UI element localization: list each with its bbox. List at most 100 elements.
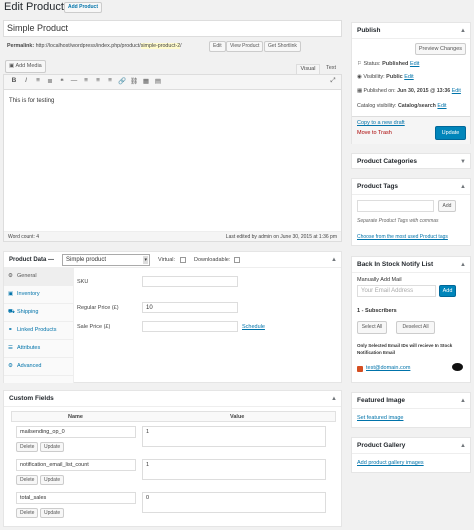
sku-input[interactable] (142, 276, 238, 287)
update-button[interactable]: Update (435, 126, 466, 140)
add-email-button[interactable]: Add (439, 285, 456, 297)
custom-field-name-input[interactable]: total_sales (16, 492, 136, 504)
permalink-row: Permalink: http://localhost/wordpress/in… (7, 43, 182, 49)
permalink-edit-button[interactable]: Edit (209, 41, 226, 52)
product-gallery-panel: Product Gallery ▲ Add product gallery im… (351, 437, 471, 473)
update-field-button[interactable]: Update (40, 508, 65, 518)
status-icon: ⚐ (357, 61, 362, 67)
bold-icon[interactable]: B (9, 77, 19, 84)
collapse-arrow-icon[interactable]: ▲ (460, 398, 466, 404)
toolbar-toggle-icon[interactable]: ▤ (153, 77, 163, 85)
product-tab-general[interactable]: ⚙ General (4, 268, 74, 286)
custom-field-name-input[interactable]: mailsending_op_0 (16, 426, 136, 438)
product-type-select[interactable]: Simple product ▾ (62, 254, 150, 266)
permalink-slug[interactable]: simple-product-2 (140, 43, 181, 49)
remove-subscriber-icon[interactable] (452, 363, 463, 371)
insert-more-icon[interactable]: ▦ (141, 77, 151, 85)
add-media-button[interactable]: ▣ Add Media (5, 60, 46, 73)
custom-field-value-input[interactable]: 1 (142, 459, 326, 480)
catalog-edit-link[interactable]: Edit (437, 103, 446, 109)
product-data-tabs: ⚙ General ▣ Inventory ⛟ Shipping ⚭ Linked Produ… (4, 268, 74, 383)
eye-icon: ◉ (357, 74, 362, 80)
notify-email-input[interactable]: Your Email Address (357, 285, 436, 297)
regular-price-input[interactable]: 10 (142, 302, 238, 313)
choose-tags-link[interactable]: Choose from the most used Product tags (357, 234, 448, 240)
link-icon[interactable]: 🔗 (117, 77, 127, 85)
update-field-button[interactable]: Update (40, 442, 65, 452)
deselect-all-button[interactable]: Deselect All (396, 321, 435, 334)
collapse-arrow-icon[interactable]: ▲ (331, 257, 337, 263)
product-categories-title: Product Categories (357, 158, 417, 165)
custom-field-value-input[interactable]: 1 (142, 426, 326, 447)
link-icon: ⚭ (8, 327, 13, 333)
publish-title: Publish (352, 23, 470, 39)
italic-icon[interactable]: I (21, 77, 31, 84)
published-row: ▦ Published on: Jun 30, 2015 @ 13:36 Edi… (357, 88, 461, 94)
product-tab-advanced[interactable]: ⚙ Advanced (4, 358, 74, 376)
tab-visual[interactable]: Visual (296, 64, 320, 74)
product-tab-inventory[interactable]: ▣ Inventory (4, 286, 74, 304)
sale-price-label: Sale Price (£) (77, 324, 111, 330)
copy-draft-link[interactable]: Copy to a new draft (357, 120, 405, 126)
update-field-button[interactable]: Update (40, 475, 65, 485)
custom-field-value-input[interactable]: 0 (142, 492, 326, 513)
align-left-icon[interactable]: ≡ (81, 77, 91, 84)
regular-price-label: Regular Price (£) (77, 305, 119, 311)
add-gallery-images-link[interactable]: Add product gallery images (357, 460, 424, 466)
virtual-checkbox[interactable] (180, 257, 186, 263)
sale-price-input[interactable] (142, 321, 238, 332)
product-tab-label: Shipping (17, 309, 39, 315)
align-right-icon[interactable]: ≡ (105, 77, 115, 84)
status-edit-link[interactable]: Edit (410, 61, 419, 67)
product-tags-title: Product Tags (352, 179, 470, 195)
blockquote-icon[interactable]: ❝ (57, 77, 67, 85)
collapse-arrow-icon[interactable]: ▲ (331, 396, 337, 402)
product-tab-linked-products[interactable]: ⚭ Linked Products (4, 322, 74, 340)
published-edit-link[interactable]: Edit (452, 88, 461, 94)
move-to-trash-link[interactable]: Move to Trash (357, 130, 392, 136)
view-product-button[interactable]: View Product (226, 41, 264, 52)
schedule-link[interactable]: Schedule (242, 324, 265, 330)
list-icon: ☰ (8, 345, 13, 351)
product-data-header: Product Data — Simple product ▾ Virtual:… (4, 252, 341, 268)
bullet-list-icon[interactable]: ≡ (33, 77, 43, 84)
set-featured-image-link[interactable]: Set featured image (357, 415, 403, 421)
delete-field-button[interactable]: Delete (16, 508, 39, 518)
unlink-icon[interactable]: ⛓ (129, 77, 139, 85)
fullscreen-icon[interactable]: ⤢ (328, 77, 338, 85)
product-tab-shipping[interactable]: ⛟ Shipping (4, 304, 74, 322)
add-product-button[interactable]: Add Product (64, 2, 102, 13)
collapse-arrow-icon[interactable]: ▲ (460, 262, 466, 268)
word-count: Word count: 4 (8, 234, 40, 240)
post-title-input[interactable]: Simple Product (3, 20, 342, 37)
downloadable-checkbox[interactable] (234, 257, 240, 263)
delete-field-button[interactable]: Delete (16, 475, 39, 485)
add-tag-button[interactable]: Add (438, 200, 456, 212)
product-tab-attributes[interactable]: ☰ Attributes (4, 340, 74, 358)
collapse-arrow-icon[interactable]: ▲ (460, 443, 466, 449)
select-all-button[interactable]: Select All (357, 321, 387, 334)
tags-hint: Separate Product Tags with commas (357, 218, 439, 224)
gear-icon: ⚙ (8, 363, 13, 369)
editor-content[interactable]: This is for testing (9, 98, 54, 104)
expand-arrow-icon[interactable]: ▼ (460, 159, 466, 165)
number-list-icon[interactable]: ≣ (45, 77, 55, 85)
custom-field-name-input[interactable]: notification_email_list_count (16, 459, 136, 471)
delete-field-button[interactable]: Delete (16, 442, 39, 452)
notify-list-title: Back In Stock Notify List (352, 257, 470, 273)
downloadable-label: Downloadable: (194, 257, 231, 263)
product-tab-label: Attributes (17, 345, 41, 351)
subscriber-checkbox-icon[interactable] (357, 366, 363, 372)
preview-changes-button[interactable]: Preview Changes (414, 43, 466, 55)
visibility-edit-link[interactable]: Edit (404, 74, 413, 80)
tab-text[interactable]: Text (321, 64, 341, 74)
catalog-row: Catalog visibility: Catalog/search Edit (357, 103, 447, 109)
hr-icon[interactable]: — (69, 77, 79, 84)
subscriber-email[interactable]: test@domain.com (366, 365, 410, 371)
notify-list-panel: Back In Stock Notify List ▲ Manually Add… (351, 256, 471, 383)
align-center-icon[interactable]: ≡ (93, 77, 103, 84)
tag-input[interactable] (357, 200, 434, 212)
collapse-arrow-icon[interactable]: ▲ (460, 28, 466, 34)
get-shortlink-button[interactable]: Get Shortlink (264, 41, 301, 52)
collapse-arrow-icon[interactable]: ▲ (460, 184, 466, 190)
